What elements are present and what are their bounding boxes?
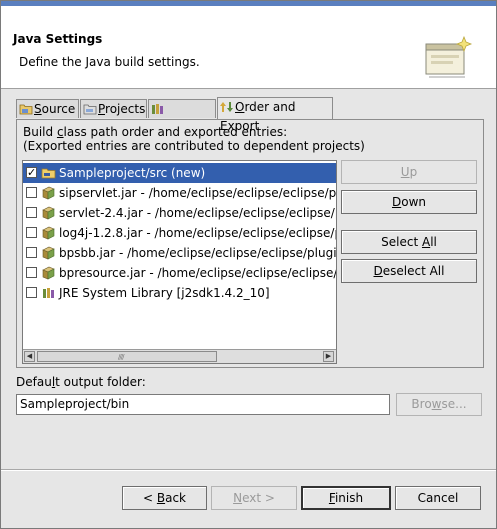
footer-separator [1, 469, 496, 471]
classpath-entries-list[interactable]: Sampleproject/src (new) sipservlet.jar -… [22, 160, 337, 364]
entry-checkbox[interactable] [26, 287, 37, 298]
grip-icon: //// [118, 353, 125, 361]
libraries-icon [152, 104, 163, 114]
entry-checkbox[interactable] [26, 207, 37, 218]
scrollbar-thumb[interactable]: //// [37, 351, 217, 362]
tab-projects[interactable]: Projects [80, 99, 147, 118]
list-item[interactable]: JRE System Library [j2sdk1.4.2_10] [23, 283, 336, 303]
deselect-all-button[interactable]: Deselect All [341, 259, 477, 283]
tab-libraries[interactable]: Libraries [148, 99, 216, 135]
entry-checkbox[interactable] [26, 267, 37, 278]
tab-order-and-export[interactable]: Order and Export [217, 97, 333, 133]
entry-checkbox[interactable] [26, 247, 37, 258]
select-all-button[interactable]: Select All [341, 230, 477, 254]
order-export-icon [220, 102, 233, 112]
library-icon [43, 288, 54, 298]
folder-icon [41, 168, 56, 179]
back-button[interactable]: < Back [122, 486, 207, 510]
output-folder-label: Default output folder: [16, 375, 146, 389]
output-folder-field[interactable]: Sampleproject/bin [16, 394, 390, 415]
list-item[interactable]: servlet-2.4.jar - /home/eclipse/eclipse/… [23, 203, 336, 223]
java-settings-wizard-icon [425, 35, 473, 78]
projects-icon [83, 104, 97, 115]
down-button[interactable]: Down [341, 190, 477, 214]
jar-icon [42, 226, 55, 240]
up-button[interactable]: Up [341, 160, 477, 184]
order-export-panel: Build class path order and exported entr… [16, 119, 484, 368]
source-folder-icon [19, 104, 33, 115]
list-item[interactable]: Sampleproject/src (new) [23, 163, 336, 183]
list-item[interactable]: log4j-1.2.8.jar - /home/eclipse/eclipse/… [23, 223, 336, 243]
dialog-header: Java Settings Define the Java build sett… [1, 6, 496, 89]
horizontal-scrollbar[interactable]: ◀ //// ▶ [23, 349, 336, 363]
jar-icon [42, 186, 55, 200]
entry-checkbox[interactable] [26, 187, 37, 198]
tab-source[interactable]: Source [16, 99, 79, 118]
header-description: Define the Java build settings. [19, 55, 200, 69]
scroll-right-icon[interactable]: ▶ [323, 351, 334, 362]
finish-button[interactable]: Finish [301, 486, 391, 510]
list-item[interactable]: bpresource.jar - /home/eclipse/eclipse/e… [23, 263, 336, 283]
cancel-button[interactable]: Cancel [395, 486, 481, 510]
scroll-left-icon[interactable]: ◀ [24, 351, 35, 362]
jar-icon [42, 246, 55, 260]
list-item[interactable]: bpsbb.jar - /home/eclipse/eclipse/eclips… [23, 243, 336, 263]
browse-button[interactable]: Browse... [396, 393, 482, 416]
jar-icon [42, 266, 55, 280]
header-title: Java Settings [13, 32, 103, 46]
panel-description: Build class path order and exported entr… [23, 125, 365, 153]
list-item[interactable]: sipservlet.jar - /home/eclipse/eclipse/e… [23, 183, 336, 203]
java-settings-dialog: Java Settings Define the Java build sett… [0, 0, 497, 529]
entry-checkbox[interactable] [26, 163, 37, 183]
next-button[interactable]: Next > [211, 486, 297, 510]
jar-icon [42, 206, 55, 220]
entry-checkbox[interactable] [26, 227, 37, 238]
